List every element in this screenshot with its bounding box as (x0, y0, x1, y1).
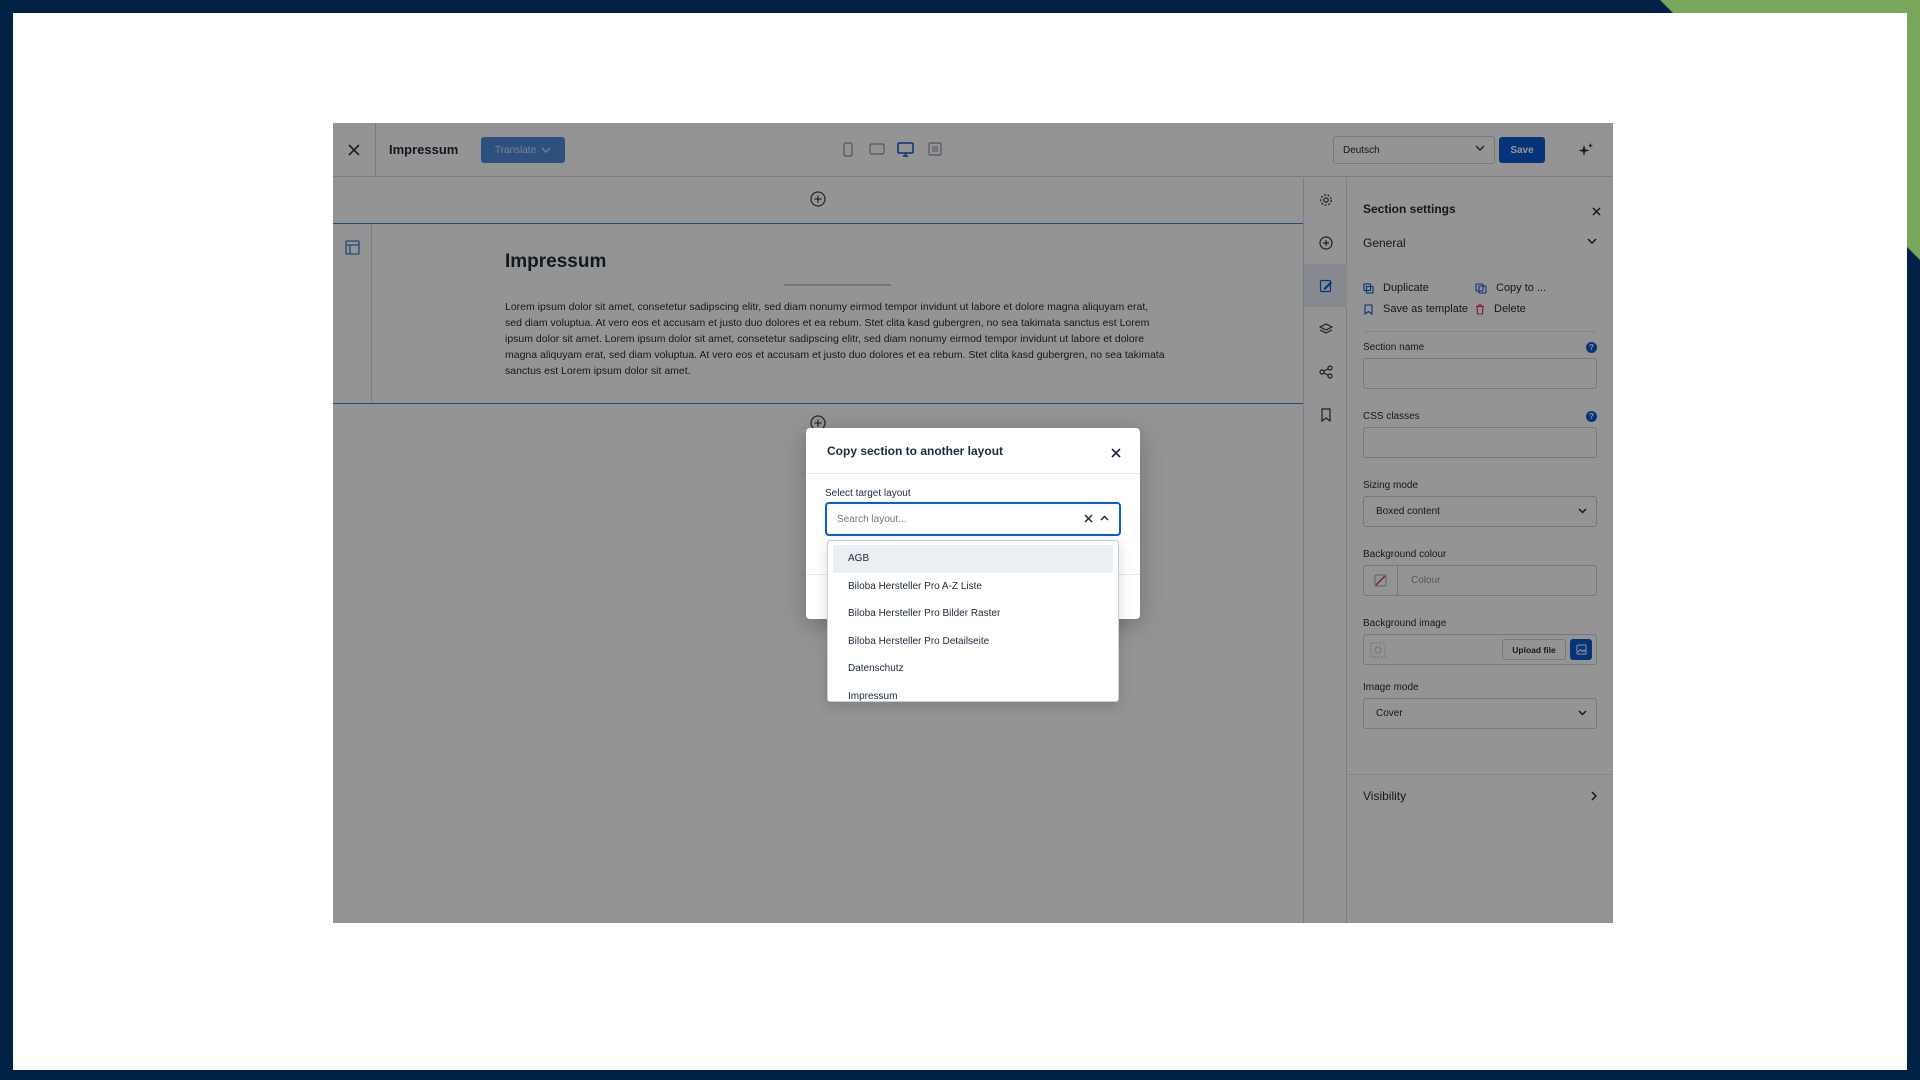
layout-search-combobox[interactable] (825, 502, 1121, 536)
dialog-close-button[interactable] (1111, 445, 1121, 463)
target-layout-label: Select target layout (825, 488, 911, 499)
clear-icon[interactable] (1084, 514, 1093, 523)
dialog-header: Copy section to another layout (806, 428, 1140, 474)
layout-option[interactable]: Datenschutz (833, 655, 1113, 683)
layout-option[interactable]: Biloba Hersteller Pro Detailseite (833, 628, 1113, 656)
layout-option[interactable]: Biloba Hersteller Pro A-Z Liste (833, 573, 1113, 601)
page-builder: Impressum Translate Deutsch Save Impress… (333, 123, 1613, 923)
close-icon (1111, 448, 1121, 458)
layout-option[interactable]: Biloba Hersteller Pro Bilder Raster (833, 600, 1113, 628)
layout-options-list: AGB Biloba Hersteller Pro A-Z Liste Bilo… (827, 540, 1119, 702)
layout-option[interactable]: AGB (833, 545, 1113, 573)
layout-option[interactable]: Impressum (833, 683, 1113, 701)
screen-frame: Impressum Translate Deutsch Save Impress… (13, 13, 1907, 1070)
layout-search-input[interactable] (837, 513, 1057, 525)
chevron-up-icon[interactable] (1100, 515, 1109, 521)
dialog-title: Copy section to another layout (827, 444, 1004, 458)
